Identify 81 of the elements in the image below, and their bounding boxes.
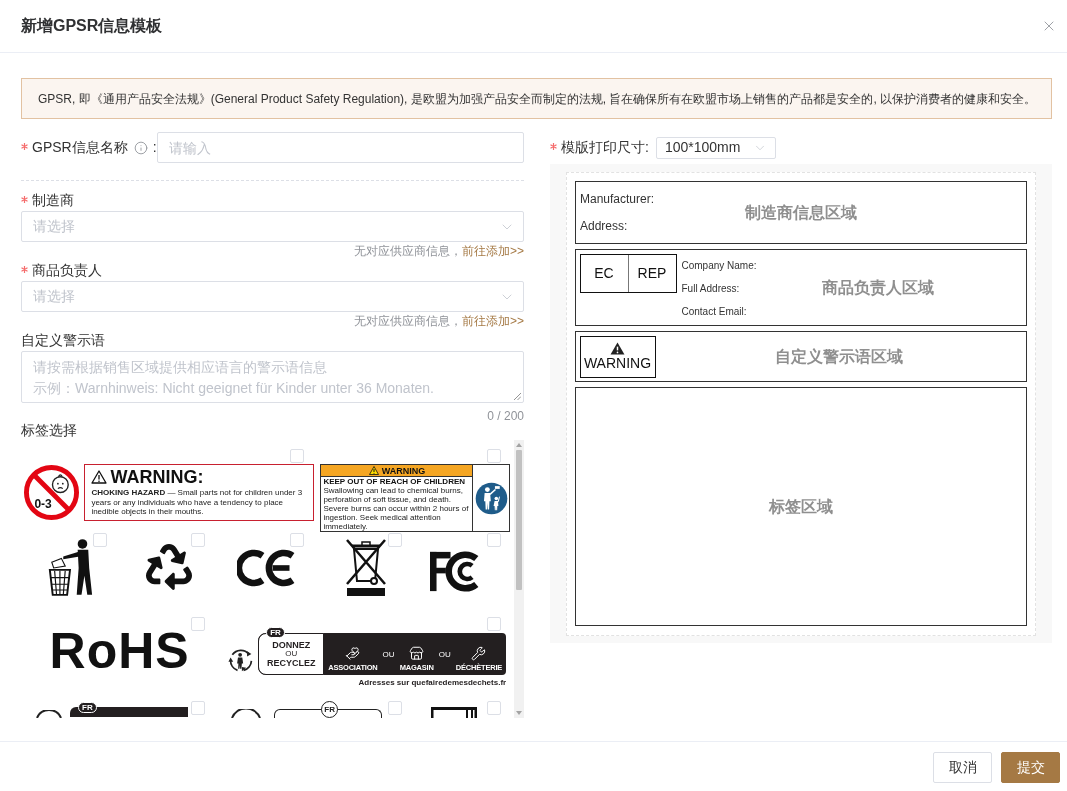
warning-heading: WARNING:: [110, 468, 204, 487]
adult-child-sign-icon: [474, 481, 508, 515]
tag-checkbox[interactable]: [388, 533, 403, 547]
scroll-up-icon[interactable]: [516, 443, 522, 447]
name-input[interactable]: 请输入: [157, 132, 524, 163]
crossed-bin-icon: [344, 537, 389, 597]
litter-bin-person-icon: [46, 537, 95, 597]
person-arrows-icon: [228, 647, 255, 673]
zone-caption: 自定义警示语区域: [775, 346, 903, 367]
zone-caption: 标签区域: [769, 496, 833, 517]
joiner-text: OU: [382, 651, 395, 659]
tag-checkbox[interactable]: [289, 449, 304, 463]
section-label: 标签选择: [21, 422, 77, 438]
tag-checkbox[interactable]: [191, 701, 206, 715]
add-link[interactable]: 前往添加>>: [462, 312, 524, 330]
label-colon: :: [152, 138, 157, 157]
website-text: Adresses sur quefairedemesdechets.fr: [358, 678, 507, 687]
add-link[interactable]: 前往添加>>: [462, 242, 524, 260]
field-caption: Contact Email:: [681, 304, 747, 318]
tag-checkbox[interactable]: [191, 617, 206, 631]
field-label: 自定义警示语: [21, 331, 105, 350]
age-range-text: 0-3: [34, 498, 52, 510]
warning-subheading: KEEP OUT OF REACH OF CHILDREN: [322, 477, 467, 486]
hand-heart-icon: [345, 646, 361, 661]
field-caption: Manufacturer:: [580, 191, 655, 207]
placeholder-text: 示例：Warnhinweis: Nicht geeignet für Kinder unter 36 Monaten.: [33, 379, 434, 398]
box-outline-icon: [431, 707, 478, 718]
submit-button[interactable]: 提交: [1001, 752, 1060, 783]
hint-text: 无对应供应商信息，: [354, 243, 462, 260]
info-icon[interactable]: [133, 140, 148, 155]
tag-checkbox[interactable]: [487, 533, 501, 547]
action-text: DONNEZ: [272, 640, 311, 650]
tag-checkbox[interactable]: [92, 533, 107, 547]
symbol-text: WARNING: [583, 355, 652, 371]
warning-text: CHOKING HAZARD — Small parts not for children under 3 years or any individuals who have a tendency to place inedible objects in their mouths.: [91, 488, 304, 517]
field-label: 制造商: [32, 191, 74, 210]
warning-heading: WARNING: [381, 465, 426, 476]
scroll-down-icon[interactable]: [516, 711, 522, 715]
placeholder-text: 请按需根据销售区域提供相应语言的警示语信息: [33, 358, 327, 377]
no-children-sign-icon: [23, 464, 81, 521]
scrollbar-thumb[interactable]: [516, 450, 522, 590]
warning-text: Swallowing can lead to chemical burns, perforation of soft tissue, and death. Severe burns can occur within 2 hours of ingestion. Seek medical attention immediately.: [322, 486, 470, 531]
scrollbar[interactable]: [514, 440, 524, 718]
notice-banner: GPSR, 即《通用产品安全法规》(General Product Safety Regulation), 是欧盟为加强产品安全而制定的法规, 旨在确保所有在欧盟市场上销售的产品都是安全的, 以保护消费者的健康和安全。: [21, 78, 1052, 119]
cancel-button[interactable]: 取消: [933, 752, 992, 783]
field-caption: Address:: [580, 218, 628, 234]
tag-checkbox[interactable]: [388, 701, 403, 715]
warning-triangle-icon: [368, 466, 379, 475]
field-label: 模版打印尺寸:: [561, 138, 649, 157]
tag-checkbox[interactable]: [191, 533, 206, 547]
tag-checkbox[interactable]: [487, 617, 501, 631]
arc-icon: [230, 709, 263, 718]
warning-triangle-icon: [91, 470, 108, 485]
hint-text: 无对应供应商信息，: [354, 313, 462, 330]
tag-checkbox[interactable]: [487, 701, 501, 715]
tag-checkbox[interactable]: [289, 533, 304, 547]
char-counter: 0 / 200: [487, 410, 524, 422]
rohs-logo-text: RoHS: [49, 628, 190, 674]
symbol-text: REP: [636, 263, 668, 283]
action-text: RECYCLEZ: [266, 658, 316, 668]
field-caption: Full Address:: [681, 281, 740, 295]
arc-icon: [35, 710, 63, 718]
store-icon: [409, 646, 425, 661]
country-badge: FR: [78, 702, 97, 713]
country-badge: FR: [321, 701, 339, 718]
symbol-text: EC: [580, 254, 629, 292]
recycle-icon: [145, 544, 192, 590]
wrench-icon: [471, 646, 487, 661]
size-select[interactable]: 100*100mm: [655, 136, 776, 159]
zone-caption: 制造商信息区域: [745, 202, 857, 223]
tag-checkbox[interactable]: [487, 449, 501, 463]
dialog-title: 新增GPSR信息模板: [21, 16, 163, 36]
field-caption: Company Name:: [681, 258, 757, 272]
zone-caption: 商品负责人区域: [821, 277, 934, 299]
warning-triangle-icon: [610, 342, 625, 355]
field-label: 商品负责人: [32, 261, 102, 280]
field-label: GPSR信息名称: [32, 138, 128, 157]
country-badge: FR: [266, 627, 285, 638]
joiner-text: OU: [438, 651, 451, 659]
resize-handle-icon[interactable]: [514, 393, 521, 400]
joiner-text: OU: [285, 650, 298, 658]
